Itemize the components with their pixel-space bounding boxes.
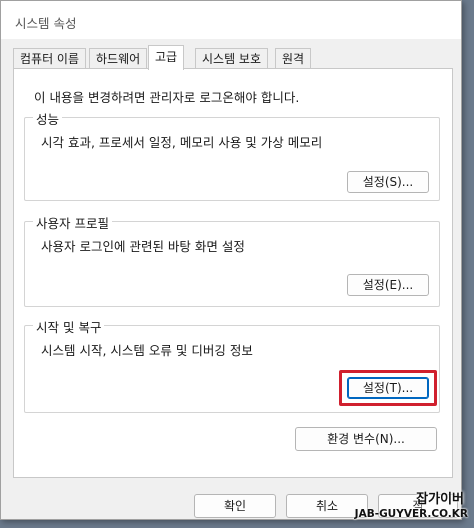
user-profiles-desc: 사용자 로그인에 관련된 바탕 화면 설정 bbox=[41, 239, 245, 254]
tab-remote[interactable]: 원격 bbox=[275, 48, 312, 69]
ok-button[interactable]: 확인 bbox=[194, 494, 276, 518]
user-profiles-group: 사용자 프로필 사용자 로그인에 관련된 바탕 화면 설정 설정(E)... bbox=[24, 213, 440, 307]
window-title: 시스템 속성 bbox=[15, 16, 77, 31]
performance-settings-button[interactable]: 설정(S)... bbox=[347, 171, 429, 193]
tab-computer-name[interactable]: 컴퓨터 이름 bbox=[13, 48, 87, 69]
user-profiles-title: 사용자 프로필 bbox=[33, 213, 112, 232]
performance-group: 성능 시각 효과, 프로세서 일정, 메모리 사용 및 가상 메모리 설정(S)… bbox=[24, 109, 440, 201]
admin-notice: 이 내용을 변경하려면 관리자로 로그온해야 합니다. bbox=[34, 90, 300, 105]
tab-system-protection[interactable]: 시스템 보호 bbox=[195, 48, 269, 69]
performance-desc: 시각 효과, 프로세서 일정, 메모리 사용 및 가상 메모리 bbox=[41, 135, 323, 150]
startup-recovery-group: 시작 및 복구 시스템 시작, 시스템 오류 및 디버깅 정보 설정(T)... bbox=[24, 317, 440, 413]
tab-hardware[interactable]: 하드웨어 bbox=[89, 48, 148, 69]
performance-title: 성능 bbox=[33, 109, 63, 128]
advanced-tab-panel: 이 내용을 변경하려면 관리자로 로그온해야 합니다. 성능 시각 효과, 프로… bbox=[13, 68, 453, 478]
tab-advanced[interactable]: 고급 bbox=[148, 45, 185, 70]
tab-strip: 컴퓨터 이름 하드웨어 고급 시스템 보호 원격 bbox=[13, 45, 453, 70]
system-properties-dialog: 시스템 속성 컴퓨터 이름 하드웨어 고급 시스템 보호 원격 이 내용을 변경… bbox=[0, 0, 462, 520]
watermark-name: 잡가이버 bbox=[416, 492, 464, 507]
title-bar[interactable]: 시스템 속성 bbox=[1, 1, 461, 39]
startup-recovery-title: 시작 및 복구 bbox=[33, 317, 105, 336]
user-profiles-settings-button[interactable]: 설정(E)... bbox=[347, 274, 429, 296]
watermark-url: JAB-GUYVER.CO.KR bbox=[354, 508, 468, 520]
environment-variables-button[interactable]: 환경 변수(N)... bbox=[295, 427, 437, 451]
startup-recovery-desc: 시스템 시작, 시스템 오류 및 디버깅 정보 bbox=[41, 343, 253, 358]
startup-recovery-settings-button[interactable]: 설정(T)... bbox=[347, 377, 429, 399]
